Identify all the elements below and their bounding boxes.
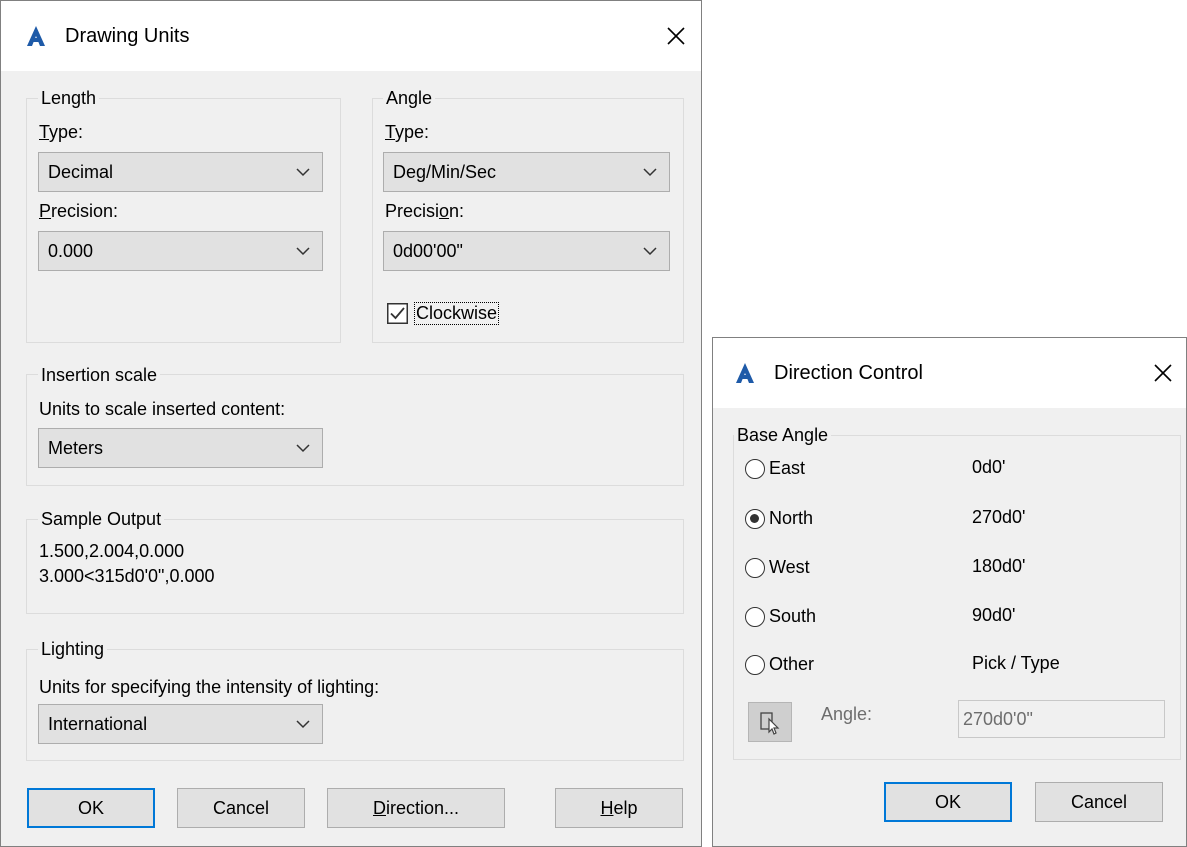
radio-icon[interactable] (745, 607, 765, 627)
insertion-scale-desc: Units to scale inserted content: (39, 399, 286, 419)
radio-icon[interactable] (745, 655, 765, 675)
length-type-value: Decimal (48, 162, 114, 182)
radio-icon[interactable] (745, 459, 765, 479)
sample-output-line-1: 1.500,2.004,0.000 (39, 541, 185, 561)
pick-angle-button[interactable] (748, 702, 792, 742)
chevron-down-icon (296, 444, 310, 453)
direction-control-dialog: Direction Control Base Angle East 0d0' Nor… (712, 337, 1187, 847)
base-angle-option-other[interactable]: Other (745, 652, 925, 678)
checkbox-checked-icon[interactable] (387, 303, 408, 324)
base-angle-option-label: South (769, 606, 817, 626)
angle-type-label: Type: (385, 122, 430, 142)
direction-control-title: Direction Control (774, 362, 923, 384)
base-angle-option-label: North (769, 508, 814, 528)
angle-precision-label: Precision: (385, 201, 465, 221)
direction-button[interactable]: Direction... (327, 788, 505, 828)
pick-angle-icon (760, 712, 780, 735)
angle-input[interactable]: 270d0'0" (958, 700, 1165, 738)
base-angle-option-value: Pick / Type (972, 653, 1060, 673)
length-precision-label: Precision: (39, 201, 119, 221)
base-angle-group-label: Base Angle (734, 425, 832, 446)
angle-precision-select[interactable]: 0d00'00" (383, 231, 670, 271)
angle-type-value: Deg/Min/Sec (393, 162, 497, 182)
close-icon[interactable] (1152, 362, 1174, 384)
angle-group-label: Angle (383, 88, 436, 109)
insertion-scale-value: Meters (48, 438, 104, 458)
length-group-label: Length (38, 88, 100, 109)
chevron-down-icon (296, 168, 310, 177)
base-angle-option-label: Other (769, 654, 815, 674)
chevron-down-icon (296, 720, 310, 729)
chevron-down-icon (643, 168, 657, 177)
length-type-select[interactable]: Decimal (38, 152, 323, 192)
clockwise-label: Clockwise (414, 302, 500, 325)
radio-icon[interactable] (745, 558, 765, 578)
base-angle-option-south[interactable]: South (745, 604, 925, 630)
base-angle-option-east[interactable]: East (745, 456, 925, 482)
insertion-scale-group-label: Insertion scale (38, 365, 161, 386)
base-angle-option-north[interactable]: North (745, 506, 925, 532)
lighting-value: International (48, 714, 148, 734)
cancel-button[interactable]: Cancel (177, 788, 305, 828)
dialog-title: Drawing Units (65, 25, 190, 47)
insertion-scale-select[interactable]: Meters (38, 428, 323, 468)
length-type-label: Type: (39, 122, 84, 142)
direction-cancel-button[interactable]: Cancel (1035, 782, 1163, 822)
radio-selected-dot (750, 514, 759, 523)
lighting-select[interactable]: International (38, 704, 323, 744)
autocad-logo-icon (736, 363, 754, 383)
base-angle-option-label: West (769, 557, 810, 577)
lighting-group-label: Lighting (38, 639, 108, 660)
lighting-desc: Units for specifying the intensity of li… (39, 677, 380, 697)
chevron-down-icon (643, 247, 657, 256)
angle-input-value: 270d0'0" (963, 709, 1033, 729)
base-angle-option-label: East (769, 458, 806, 478)
help-button[interactable]: Help (555, 788, 683, 828)
base-angle-option-value: 90d0' (972, 605, 1016, 625)
angle-field-label: Angle: (821, 704, 873, 724)
close-icon[interactable] (665, 25, 687, 47)
direction-ok-button[interactable]: OK (884, 782, 1012, 822)
angle-type-select[interactable]: Deg/Min/Sec (383, 152, 670, 192)
clockwise-checkbox[interactable]: Clockwise (387, 301, 517, 329)
chevron-down-icon (296, 247, 310, 256)
radio-icon[interactable] (745, 509, 765, 529)
base-angle-option-value: 180d0' (972, 556, 1026, 576)
autocad-logo-icon (27, 26, 45, 46)
length-precision-select[interactable]: 0.000 (38, 231, 323, 271)
drawing-units-titlebar: Drawing Units (1, 1, 701, 71)
sample-output-line-2: 3.000<315d0'0",0.000 (39, 566, 215, 586)
base-angle-option-value: 270d0' (972, 507, 1026, 527)
length-precision-value: 0.000 (48, 241, 94, 261)
angle-precision-value: 0d00'00" (393, 241, 463, 261)
sample-output-group-label: Sample Output (38, 509, 165, 530)
base-angle-option-west[interactable]: West (745, 555, 925, 581)
base-angle-option-value: 0d0' (972, 457, 1006, 477)
drawing-units-dialog: Drawing Units Length Type: Decimal Preci… (0, 0, 702, 847)
ok-button[interactable]: OK (27, 788, 155, 828)
direction-control-titlebar: Direction Control (713, 338, 1186, 408)
